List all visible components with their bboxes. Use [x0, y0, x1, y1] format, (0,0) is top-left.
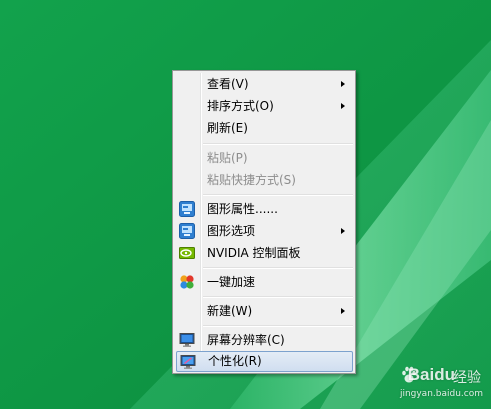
baidu-jingyan-watermark: Baidu 经验 jingyan.baidu.com: [365, 365, 485, 405]
personalize-icon: [180, 355, 196, 369]
menu-separator: [203, 296, 353, 298]
menu-item-graphics-properties[interactable]: 图形属性......: [175, 198, 353, 220]
watermark-brand: Baidu: [407, 365, 455, 384]
submenu-arrow-icon: [341, 308, 345, 314]
menu-item-label: 图形属性......: [207, 202, 278, 216]
menu-separator: [203, 143, 353, 145]
menu-item-label: 粘贴(P): [207, 151, 248, 165]
menu-item-new[interactable]: 新建(W): [175, 300, 353, 322]
menu-item-sort-by[interactable]: 排序方式(O): [175, 95, 353, 117]
submenu-arrow-icon: [341, 228, 345, 234]
submenu-arrow-icon: [341, 81, 345, 87]
desktop-context-menu: 查看(V) 排序方式(O) 刷新(E) 粘贴(P) 粘贴快捷方式(S) 图形属性…: [172, 70, 356, 374]
watermark-url: jingyan.baidu.com: [399, 389, 483, 399]
menu-item-refresh[interactable]: 刷新(E): [175, 117, 353, 139]
menu-item-label: 个性化(R): [208, 354, 262, 368]
menu-item-personalize[interactable]: 个性化(R): [176, 351, 353, 372]
intel-graphics-icon: [179, 223, 195, 239]
menu-item-label: 图形选项: [207, 224, 256, 238]
menu-item-view[interactable]: 查看(V): [175, 73, 353, 95]
menu-item-graphics-options[interactable]: 图形选项: [175, 220, 353, 242]
menu-item-nvidia-control-panel[interactable]: NVIDIA 控制面板: [175, 242, 353, 264]
menu-item-label: 一键加速: [207, 275, 256, 289]
menu-item-paste: 粘贴(P): [175, 147, 353, 169]
menu-item-label: 粘贴快捷方式(S): [207, 173, 296, 187]
menu-item-screen-resolution[interactable]: 屏幕分辨率(C): [175, 329, 353, 351]
screen-resolution-icon: [179, 333, 195, 347]
menu-item-paste-shortcut: 粘贴快捷方式(S): [175, 169, 353, 191]
menu-item-label: 新建(W): [207, 304, 253, 318]
menu-item-label: 排序方式(O): [207, 99, 274, 113]
intel-graphics-icon: [179, 201, 195, 217]
menu-separator: [203, 267, 353, 269]
menu-item-label: NVIDIA 控制面板: [207, 246, 301, 260]
submenu-arrow-icon: [341, 103, 345, 109]
menu-separator: [203, 194, 353, 196]
menu-item-label: 屏幕分辨率(C): [207, 333, 285, 347]
speedup-icon: [180, 275, 194, 289]
menu-item-label: 查看(V): [207, 77, 249, 91]
nvidia-icon: [179, 247, 195, 259]
menu-item-one-click-speedup[interactable]: 一键加速: [175, 271, 353, 293]
menu-item-label: 刷新(E): [207, 121, 248, 135]
menu-separator: [203, 325, 353, 327]
watermark-suffix: 经验: [453, 370, 481, 386]
